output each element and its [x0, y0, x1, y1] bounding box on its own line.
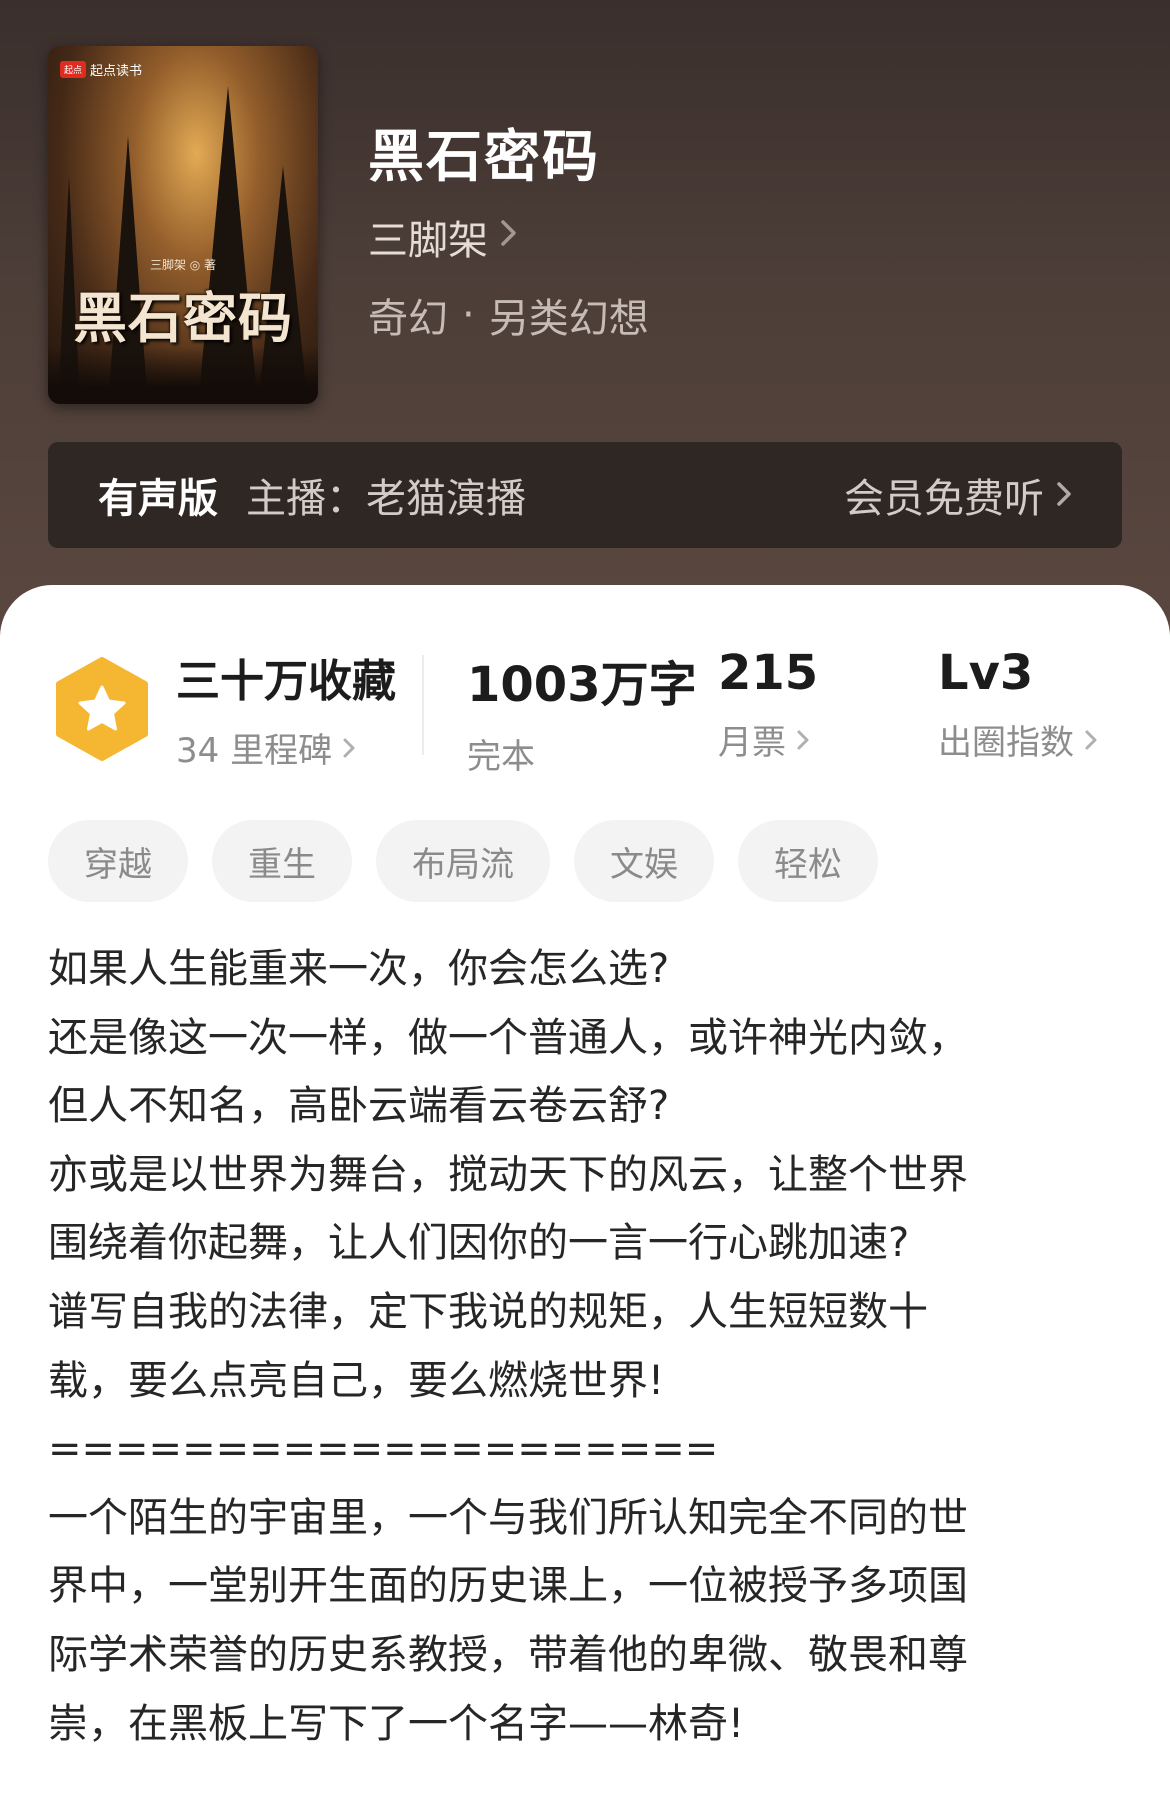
audio-label: 有声版 — [98, 476, 218, 522]
description-line: 崇，在黑板上写下了一个名字——林奇! — [48, 1700, 745, 1747]
description-line: ==================== — [48, 1426, 719, 1473]
description-line: 还是像这一次一样，做一个普通人，或许神光内敛， — [48, 1014, 968, 1061]
cover-publisher: 起点 起点读书 — [60, 58, 142, 80]
genre[interactable]: 奇幻 — [368, 286, 448, 344]
stat-words: 1003万字 完本 — [467, 645, 697, 778]
book-detail-page: 起点 起点读书 三脚架 ◎ 著 黑石密码 黑石密码 三脚架 奇幻 · 另类幻想 … — [0, 0, 1170, 1794]
genre-separator: · — [462, 292, 475, 338]
description-line: 但人不知名，高卧云端看云卷云舒? — [48, 1083, 670, 1130]
chevron-right-icon — [343, 738, 355, 757]
book-info-card: 三十万收藏 34 里程碑 1003万字 完本 215 月票 Lv3 出圈指数 穿… — [0, 585, 1170, 1794]
tag-list: 穿越 重生 布局流 文娱 轻松 — [48, 820, 878, 902]
tag-chip[interactable]: 轻松 — [738, 820, 878, 902]
tag-chip[interactable]: 穿越 — [48, 820, 188, 902]
author-link[interactable]: 三脚架 — [368, 208, 518, 266]
book-description: 如果人生能重来一次，你会怎么选? 还是像这一次一样，做一个普通人，或许神光内敛，… — [48, 935, 1128, 1758]
popularity-index-label: 出圈指数 — [938, 723, 1074, 763]
stats-divider — [422, 655, 424, 755]
description-line: 亦或是以世界为舞台，搅动天下的风云，让整个世界 — [48, 1151, 968, 1198]
stat-collect[interactable]: 三十万收藏 34 里程碑 — [176, 645, 396, 772]
audio-action-label: 会员免费听 — [844, 476, 1044, 522]
subgenre[interactable]: 另类幻想 — [489, 286, 649, 344]
book-title: 黑石密码 — [368, 125, 600, 190]
chevron-right-icon — [1085, 730, 1097, 749]
popularity-index-link[interactable]: 出圈指数 — [938, 715, 1098, 764]
description-line: 界中，一堂别开生面的历史课上，一位被授予多项国 — [48, 1563, 968, 1610]
description-line: 际学术荣誉的历史系教授，带着他的卑微、敬畏和尊 — [48, 1631, 968, 1678]
completion-status: 完本 — [467, 737, 535, 777]
cover-title: 黑石密码 — [73, 286, 293, 350]
tag-chip[interactable]: 重生 — [212, 820, 352, 902]
book-header: 起点 起点读书 三脚架 ◎ 著 黑石密码 黑石密码 三脚架 奇幻 · 另类幻想 … — [0, 0, 1170, 640]
audio-version-bar[interactable]: 有声版 主播：老猫演播 会员免费听 — [48, 442, 1122, 548]
popularity-level: Lv3 — [938, 645, 1034, 701]
tag-chip[interactable]: 文娱 — [574, 820, 714, 902]
genre-row: 奇幻 · 另类幻想 — [368, 286, 649, 344]
chevron-right-icon — [1056, 472, 1072, 518]
monthly-tickets-label: 月票 — [718, 723, 786, 763]
stat-index[interactable]: Lv3 出圈指数 — [938, 645, 1098, 764]
monthly-tickets-link[interactable]: 月票 — [718, 715, 818, 764]
stats-row: 三十万收藏 34 里程碑 1003万字 完本 215 月票 Lv3 出圈指数 — [0, 645, 1170, 777]
description-line: 一个陌生的宇宙里，一个与我们所认知完全不同的世 — [48, 1494, 968, 1541]
description-line: 载，要么点亮自己，要么燃烧世界! — [48, 1357, 665, 1404]
milestone-link[interactable]: 34 里程碑 — [176, 723, 396, 772]
description-line: 谱写自我的法律，定下我说的规矩，人生短短数十 — [48, 1288, 928, 1335]
book-cover[interactable]: 起点 起点读书 三脚架 ◎ 著 黑石密码 — [48, 46, 318, 404]
tag-chip[interactable]: 布局流 — [376, 820, 550, 902]
audio-host: 主播：老猫演播 — [246, 476, 526, 522]
audio-free-listen[interactable]: 会员免费听 — [844, 466, 1072, 524]
word-count: 1003万字 — [467, 657, 697, 713]
cover-author-line: 三脚架 ◎ 著 — [149, 258, 217, 272]
publisher-name: 起点读书 — [90, 63, 143, 79]
description-line: 围绕着你起舞，让人们因你的一言一行心跳加速? — [48, 1220, 910, 1267]
author-name: 三脚架 — [368, 218, 488, 264]
chevron-right-icon — [797, 730, 809, 749]
milestone-label: 34 里程碑 — [176, 731, 333, 771]
collect-count: 三十万收藏 — [176, 656, 396, 707]
star-badge-icon[interactable] — [52, 657, 152, 761]
description-line: 如果人生能重来一次，你会怎么选? — [48, 946, 670, 992]
stat-tickets[interactable]: 215 月票 — [718, 645, 818, 764]
publisher-logo: 起点 — [60, 60, 87, 78]
monthly-tickets-count: 215 — [718, 645, 819, 701]
cover-art — [48, 346, 318, 404]
chevron-right-icon — [500, 218, 518, 256]
